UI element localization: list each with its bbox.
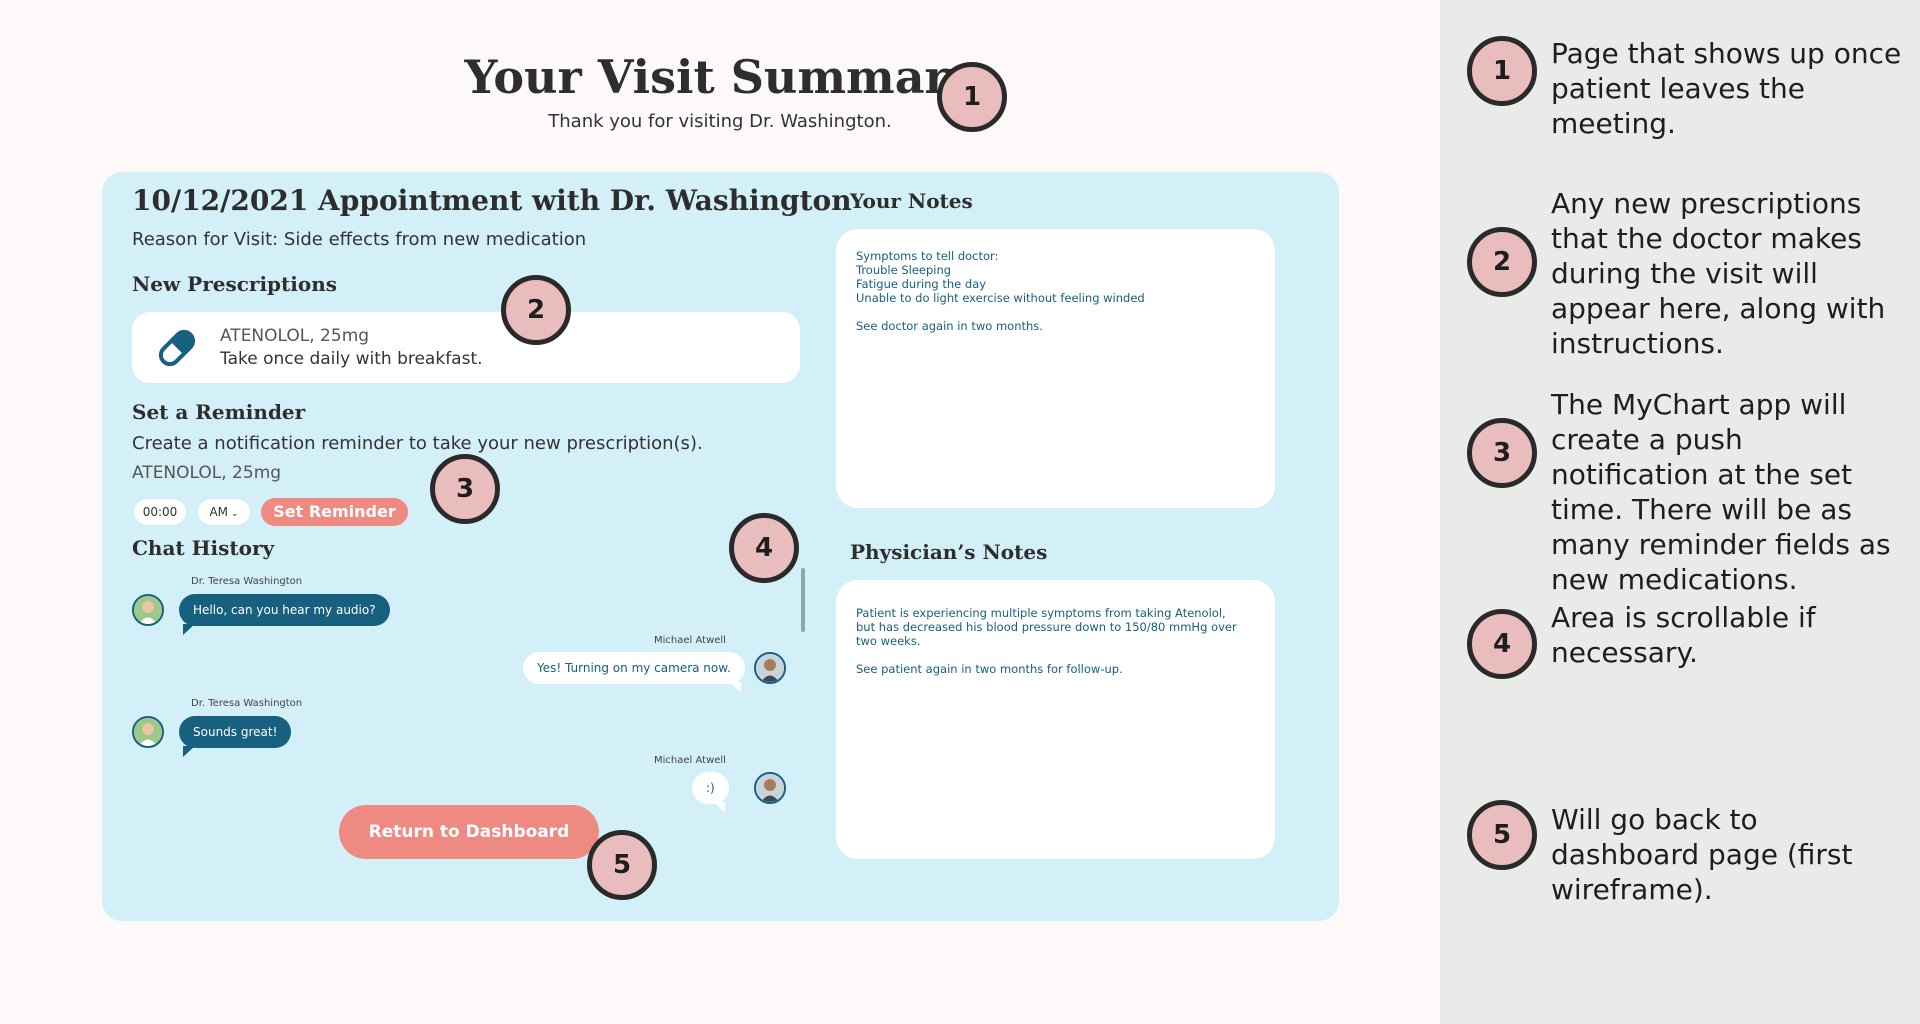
chat-sender-name: Dr. Teresa Washington [191,576,303,587]
annotation-badge-3: 3 [430,454,500,524]
note-spacer [856,648,1255,662]
prescription-name: ATENOLOL, 25mg [220,326,370,346]
reminder-medication: ATENOLOL, 25mg [132,463,282,483]
annotation-badge-4: 4 [729,513,799,583]
appointment-title: 10/12/2021 Appointment with Dr. Washingt… [132,184,852,217]
note-line: Symptoms to tell doctor: [856,249,999,263]
note-line: two weeks. [856,634,921,648]
panel-badge-5: 5 [1467,800,1537,870]
prescription-instructions: Take once daily with breakfast. [220,349,483,369]
chat-message: Yes! Turning on my camera now. [523,652,745,693]
annotation-text-2: Any new prescriptions that the doctor ma… [1551,187,1886,360]
panel-badge-1: 1 [1467,36,1537,106]
note-line: See patient again in two months for foll… [856,662,1123,676]
ampm-value: AM [209,505,228,519]
panel-badge-2: 2 [1467,227,1537,297]
chat-scrollbar[interactable] [801,568,805,632]
note-line: See doctor again in two months. [856,319,1043,333]
visit-reason: Reason for Visit: Side effects from new … [132,229,587,250]
reminder-ampm-select[interactable]: AM ⌄ [198,499,250,525]
your-notes-heading: Your Notes [850,189,973,213]
chat-heading: Chat History [132,536,275,560]
set-reminder-button[interactable]: Set Reminder [261,498,408,526]
reminder-time-input[interactable]: 00:00 [134,499,186,525]
note-spacer [856,305,1255,319]
physician-notes-heading: Physician’s Notes [850,540,1048,564]
chat-message: Hello, can you hear my audio? [179,594,390,635]
reminder-heading: Set a Reminder [132,400,306,424]
note-line: but has decreased his blood pressure dow… [856,620,1237,634]
return-to-dashboard-button[interactable]: Return to Dashboard [339,805,599,859]
chat-message: Sounds great! [179,716,292,757]
annotation-text-1: Page that shows up once patient leaves t… [1551,37,1902,140]
patient-avatar [754,652,786,684]
note-line: Fatigue during the day [856,277,987,291]
panel-badge-3: 3 [1467,418,1537,488]
chat-sender-name: Michael Atwell [654,755,726,766]
physician-notes-box: Patient is experiencing multiple symptom… [836,580,1275,859]
panel-badge-4: 4 [1467,609,1537,679]
patient-avatar [754,772,786,804]
annotation-text-4: Area is scrollable if necessary. [1551,601,1816,669]
page-subtitle: Thank you for visiting Dr. Washington. [548,111,892,132]
chevron-down-icon: ⌄ [231,509,239,519]
doctor-avatar [132,716,164,748]
annotation-badge-1: 1 [937,62,1007,132]
note-line: Patient is experiencing multiple symptom… [856,606,1226,620]
annotation-badge-2: 2 [501,275,571,345]
your-notes-textarea[interactable]: Symptoms to tell doctor: Trouble Sleepin… [836,229,1275,508]
chat-sender-name: Michael Atwell [654,635,726,646]
pill-icon [154,325,200,371]
prescription-card: ATENOLOL, 25mg Take once daily with brea… [132,312,800,383]
page-title: Your Visit Summary [464,50,976,104]
note-line: Unable to do light exercise without feel… [856,291,1145,305]
prescriptions-heading: New Prescriptions [132,272,338,296]
annotation-badge-5: 5 [587,830,657,900]
doctor-avatar [132,594,164,626]
chat-message: :) [692,772,729,813]
annotation-text-3: The MyChart app will create a push notif… [1551,388,1891,596]
reminder-description: Create a notification reminder to take y… [132,433,703,454]
note-line: Trouble Sleeping [856,263,952,277]
annotation-text-5: Will go back to dashboard page (first wi… [1551,803,1853,906]
chat-sender-name: Dr. Teresa Washington [191,698,303,709]
